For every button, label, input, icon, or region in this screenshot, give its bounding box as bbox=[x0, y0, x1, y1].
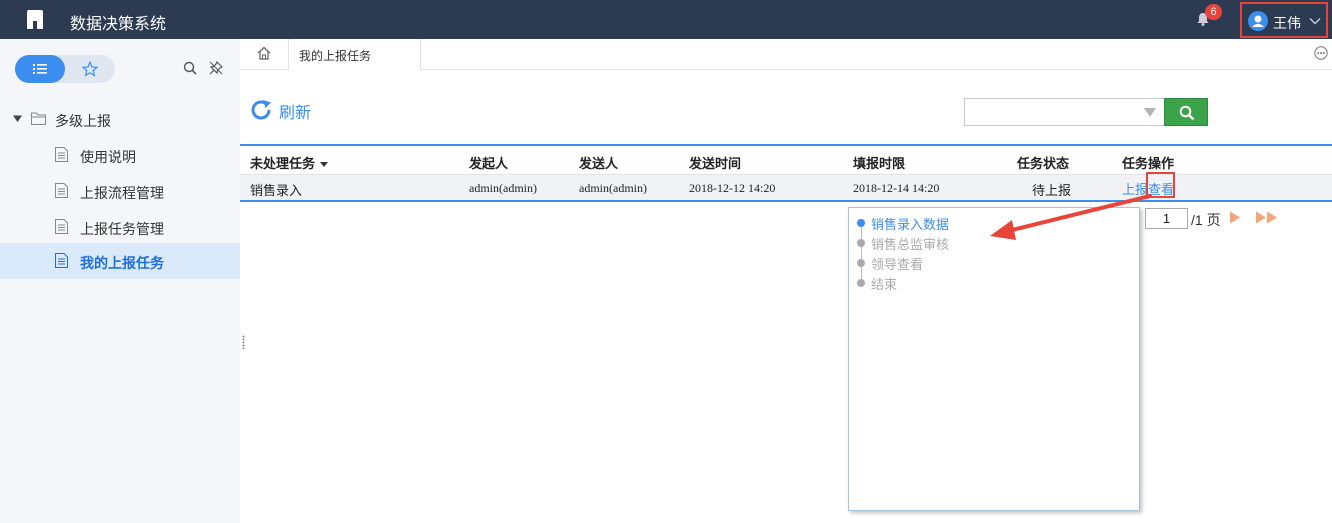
document-icon bbox=[55, 219, 68, 234]
tab-bar: 我的上报任务 bbox=[240, 39, 1332, 70]
list-view-button[interactable] bbox=[15, 55, 65, 83]
cell-send-time: 2018-12-12 14:20 bbox=[689, 181, 776, 195]
column-header-send-time: 发送时间 bbox=[689, 156, 742, 171]
flow-step-label: 结束 bbox=[871, 277, 898, 292]
user-name: 王伟 bbox=[1273, 15, 1301, 31]
flow-step-dot bbox=[857, 239, 865, 247]
last-page-icon[interactable] bbox=[1255, 211, 1279, 224]
document-icon bbox=[55, 183, 68, 198]
unpin-icon[interactable] bbox=[209, 61, 223, 75]
user-icon bbox=[1252, 15, 1264, 27]
app-title: 数据决策系统 bbox=[70, 16, 167, 33]
list-icon bbox=[33, 64, 47, 74]
filter-combo[interactable] bbox=[964, 98, 1165, 126]
folder-icon bbox=[31, 112, 46, 125]
search-icon bbox=[1179, 105, 1195, 121]
sidebar-item-instructions[interactable]: 使用说明 bbox=[0, 137, 240, 173]
column-header-label: 未处理任务 bbox=[250, 156, 316, 171]
column-header-deadline: 填报时限 bbox=[853, 156, 906, 171]
column-header-actions: 任务操作 bbox=[1122, 156, 1175, 171]
tree-folder-label: 多级上报 bbox=[55, 113, 111, 129]
tab-home[interactable] bbox=[240, 39, 288, 69]
sidebar-item-my-report-tasks[interactable]: 我的上报任务 bbox=[0, 243, 240, 279]
notification-badge: 6 bbox=[1205, 4, 1222, 20]
caret-down-icon[interactable] bbox=[13, 114, 22, 123]
table-header: 未处理任务 发起人 发送人 发送时间 填报时限 任务状态 任务操作 bbox=[240, 146, 1332, 175]
avatar bbox=[1248, 11, 1268, 31]
flow-step-label: 销售总监审核 bbox=[871, 237, 950, 252]
cell-task: 销售录入 bbox=[250, 183, 303, 198]
home-logo-icon[interactable] bbox=[25, 10, 45, 29]
favorites-button[interactable] bbox=[65, 55, 115, 83]
sidebar-item-label: 上报任务管理 bbox=[80, 221, 164, 237]
tab-my-report-tasks[interactable]: 我的上报任务 bbox=[288, 39, 421, 70]
flow-step-dot bbox=[857, 259, 865, 267]
sort-caret-icon[interactable] bbox=[320, 162, 329, 168]
sidebar-item-label: 上报流程管理 bbox=[80, 185, 164, 201]
more-options-icon[interactable] bbox=[1314, 46, 1328, 60]
sidebar-item-label: 使用说明 bbox=[80, 149, 136, 165]
sidebar-item-label: 我的上报任务 bbox=[80, 255, 164, 271]
tab-label: 我的上报任务 bbox=[299, 49, 372, 63]
view-switcher bbox=[15, 55, 115, 83]
next-page-icon[interactable] bbox=[1229, 211, 1241, 224]
cell-status: 待上报 bbox=[1032, 183, 1072, 198]
user-menu[interactable]: 王伟 bbox=[1240, 2, 1328, 38]
refresh-icon[interactable] bbox=[250, 99, 274, 121]
column-header-sender: 发送人 bbox=[579, 156, 619, 171]
home-icon bbox=[257, 46, 271, 60]
tree-folder-multilevel-report[interactable]: 多级上报 bbox=[0, 101, 240, 137]
column-header-initiator: 发起人 bbox=[469, 156, 509, 171]
column-header-task[interactable]: 未处理任务 bbox=[250, 153, 329, 172]
table-bottom-border bbox=[240, 200, 1332, 202]
report-link[interactable]: 上报 bbox=[1122, 179, 1148, 198]
document-icon bbox=[55, 147, 68, 162]
flow-step-dot bbox=[857, 279, 865, 287]
cell-initiator: admin(admin) bbox=[469, 181, 537, 195]
flow-step-label: 领导查看 bbox=[871, 257, 924, 272]
flow-progress-popup: 销售录入数据 销售总监审核 领导查看 结束 bbox=[848, 207, 1140, 511]
flow-connector-line bbox=[861, 226, 862, 286]
page-total: /1 页 bbox=[1191, 212, 1221, 228]
search-icon[interactable] bbox=[183, 61, 197, 75]
column-header-status: 任务状态 bbox=[1017, 156, 1070, 171]
cell-sender: admin(admin) bbox=[579, 181, 647, 195]
star-icon bbox=[82, 61, 98, 77]
document-icon bbox=[55, 253, 68, 268]
top-bar: 数据决策系统 6 王伟 bbox=[0, 0, 1332, 39]
search-button[interactable] bbox=[1164, 98, 1208, 126]
sidebar-item-report-task-management[interactable]: 上报任务管理 bbox=[0, 209, 240, 245]
refresh-button[interactable]: 刷新 bbox=[279, 99, 311, 123]
sidebar-resize-handle[interactable] bbox=[242, 335, 245, 349]
chevron-down-icon bbox=[1309, 18, 1321, 25]
sidebar: 多级上报 使用说明 上报流程管理 上报任务管理 我的上报任务 bbox=[0, 39, 240, 523]
sidebar-item-report-flow-management[interactable]: 上报流程管理 bbox=[0, 173, 240, 209]
chevron-down-icon[interactable] bbox=[1144, 108, 1156, 117]
flow-step-label: 销售录入数据 bbox=[871, 217, 950, 232]
cell-deadline: 2018-12-14 14:20 bbox=[853, 181, 940, 195]
page-number-input[interactable]: 1 bbox=[1145, 208, 1188, 229]
view-link-highlight bbox=[1146, 172, 1175, 198]
flow-step-dot bbox=[857, 219, 865, 227]
